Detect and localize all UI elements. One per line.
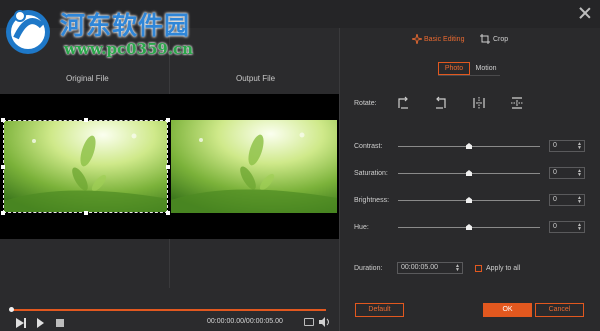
watermark-title: 河东软件园 [60, 11, 191, 40]
play-from-start-icon[interactable] [16, 318, 24, 328]
crop-handle[interactable] [84, 211, 88, 215]
output-preview-image [171, 120, 337, 213]
original-file-label: Original File [66, 74, 109, 83]
output-file-label: Output File [236, 74, 276, 83]
rotate-left-icon[interactable] [434, 96, 448, 110]
hue-label: Hue: [354, 224, 369, 231]
cancel-button[interactable]: Cancel [535, 303, 584, 317]
contrast-label: Contrast: [354, 143, 383, 150]
hue-stepper[interactable]: 0 ▲ ▼ [549, 221, 585, 233]
crop-handle[interactable] [166, 118, 170, 122]
rotate-right-icon[interactable] [396, 96, 410, 110]
duration-stepper[interactable]: 00:00:05.00 ▲ ▼ [397, 262, 463, 274]
watermark-logo-icon [6, 10, 50, 54]
contrast-stepper[interactable]: 0 ▲ ▼ [549, 140, 585, 152]
play-icon[interactable] [37, 318, 44, 328]
duration-label: Duration: [354, 265, 383, 272]
brightness-label: Brightness: [354, 197, 390, 204]
flip-vertical-icon[interactable] [510, 96, 524, 110]
subtab-underline [438, 75, 500, 76]
brightness-stepper[interactable]: 0 ▲ ▼ [549, 194, 585, 206]
crop-handle[interactable] [1, 118, 5, 122]
volume-icon[interactable] [319, 317, 331, 327]
apply-to-all-checkbox[interactable] [475, 265, 482, 272]
crop-handle[interactable] [166, 211, 170, 215]
tab-basic-editing[interactable]: Basic Editing [424, 36, 464, 43]
progress-handle[interactable] [9, 307, 14, 312]
progress-bar[interactable] [10, 309, 326, 311]
crop-handle[interactable] [1, 211, 5, 215]
ok-button[interactable]: OK [483, 303, 532, 317]
rotate-label: Rotate: [354, 100, 377, 107]
subtab-motion[interactable]: Motion [472, 62, 500, 75]
close-icon[interactable] [578, 6, 592, 20]
timecode: 00:00:00.00/00:00:05.00 [207, 318, 283, 325]
stop-icon[interactable] [56, 319, 64, 327]
editor-window: Original File Output File 河东软件园 www.pc03… [0, 0, 600, 331]
skip-bar-icon [24, 318, 26, 328]
saturation-stepper[interactable]: 0 ▲ ▼ [549, 167, 585, 179]
crop-handle[interactable] [1, 165, 5, 169]
subtab-photo[interactable]: Photo [438, 62, 470, 75]
default-button[interactable]: Default [355, 303, 404, 317]
crop-icon [480, 34, 490, 44]
watermark-url: www.pc0359.cn [64, 40, 194, 58]
snapshot-icon[interactable] [304, 318, 314, 326]
sparkle-icon [412, 34, 422, 44]
original-preview-image[interactable] [3, 120, 168, 213]
tab-crop[interactable]: Crop [493, 36, 508, 43]
apply-to-all-label: Apply to all [486, 265, 521, 272]
flip-horizontal-icon[interactable] [472, 96, 486, 110]
crop-handle[interactable] [84, 118, 88, 122]
crop-handle[interactable] [166, 165, 170, 169]
saturation-label: Saturation: [354, 170, 388, 177]
